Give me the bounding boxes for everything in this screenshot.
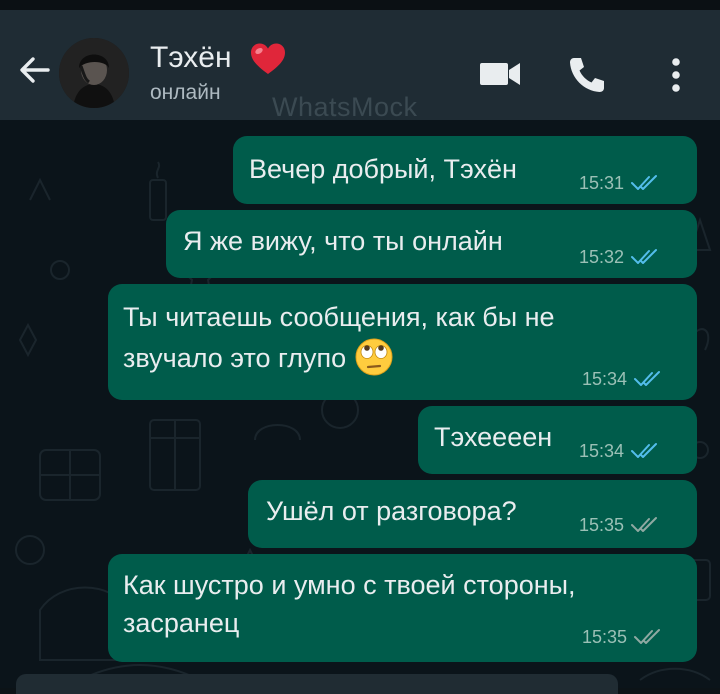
double-check-read-icon (631, 443, 658, 458)
message-time: 15:34 (579, 441, 625, 461)
message-bubble[interactable]: Тэхеееен 15:34 (418, 406, 697, 474)
message-text: Ушёл от разговора? (266, 496, 517, 526)
message-text: Тэхеееен (434, 422, 553, 452)
double-check-delivered-icon (634, 629, 661, 644)
message-bubble[interactable]: Ушёл от разговора? 15:35 (248, 480, 697, 548)
message-text: Я же вижу, что ты онлайн (183, 226, 503, 256)
avatar[interactable] (59, 38, 129, 108)
more-options-icon[interactable] (664, 54, 688, 96)
double-check-read-icon (634, 371, 661, 386)
message-bubble[interactable]: Как шустро и умно с твоей стороны, засра… (108, 554, 697, 662)
chat-header: Тэхён онлайн WhatsMock (0, 10, 720, 122)
message-bubble[interactable]: Вечер добрый, Тэхён 15:31 (233, 136, 697, 204)
face-with-rolling-eyes-icon (355, 338, 393, 376)
message-bubble[interactable]: Ты читаешь сообщения, как бы не звучало … (108, 284, 697, 400)
message-time: 15:35 (579, 515, 625, 535)
chat-area[interactable]: Вечер добрый, Тэхён 15:31 Я же вижу, что… (0, 120, 720, 688)
next-message-edge (16, 674, 618, 694)
watermark: WhatsMock (272, 92, 418, 122)
phone-call-icon[interactable] (566, 54, 608, 96)
message-text-line: звучало это глупо (123, 343, 347, 373)
status-bar (0, 0, 720, 10)
message-time: 15:35 (582, 627, 628, 647)
message-time: 15:31 (579, 173, 625, 193)
double-check-read-icon (631, 249, 658, 264)
message-time: 15:32 (579, 247, 625, 267)
message-text: Вечер добрый, Тэхён (249, 154, 517, 184)
double-check-delivered-icon (631, 517, 658, 532)
message-text: Как шустро и умно с твоей стороны, (123, 570, 576, 600)
video-call-icon[interactable] (478, 58, 522, 90)
double-check-read-icon (631, 175, 658, 190)
heart-icon (251, 43, 285, 74)
message-text: засранец (123, 608, 240, 638)
message-text: звучало это глупо (123, 338, 394, 380)
message-bubble[interactable]: Я же вижу, что ты онлайн 15:32 (166, 210, 697, 278)
contact-name[interactable]: Тэхён (150, 40, 232, 76)
contact-status: онлайн (150, 81, 221, 104)
message-text: Ты читаешь сообщения, как бы не (123, 302, 555, 332)
message-time: 15:34 (582, 369, 628, 389)
back-arrow-icon[interactable] (14, 50, 54, 90)
